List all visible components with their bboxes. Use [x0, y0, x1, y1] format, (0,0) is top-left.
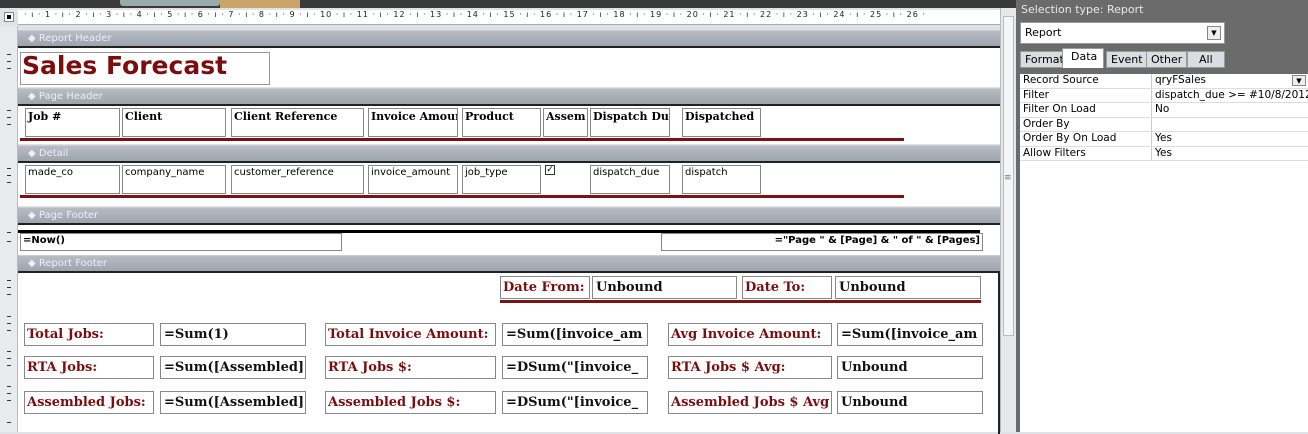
detail-section[interactable]: made_co company_name customer_reference … — [18, 161, 1000, 206]
property-row-record-source[interactable]: Record Source qryFSales ▼ — [1020, 74, 1308, 89]
vertical-scrollbar[interactable]: ≡ — [1000, 8, 1016, 432]
property-value[interactable]: qryFSales — [1155, 74, 1206, 86]
column-label-invoice-amount[interactable]: Invoice Amount — [368, 108, 458, 137]
page-number-field[interactable]: ="Page " & [Page] & " of " & [Pages] — [661, 233, 983, 251]
field-customer-reference[interactable]: customer_reference — [231, 165, 364, 194]
horizontal-ruler: · ı · 1 · ı · 2 · ı · 3 · ı · 4 · ı · 5 … — [18, 10, 1000, 25]
vertical-ruler — [0, 26, 18, 432]
grip-icon: ≡ — [1004, 173, 1012, 183]
property-value[interactable]: Yes — [1152, 132, 1308, 146]
property-name: Order By On Load — [1020, 132, 1152, 146]
section-bar-detail[interactable]: ◆ Detail — [18, 145, 1000, 161]
property-row-allow-filters[interactable]: Allow Filters Yes — [1020, 146, 1308, 161]
field-dispatch-due[interactable]: dispatch_due — [590, 165, 670, 194]
property-value[interactable]: dispatch_due >= #10/8/2012# A — [1152, 89, 1308, 103]
date-to-field[interactable]: Unbound — [835, 276, 981, 299]
document-tab[interactable] — [120, 0, 220, 6]
property-row-filter[interactable]: Filterdispatch_due >= #10/8/2012# A — [1020, 88, 1308, 103]
property-value[interactable] — [1152, 118, 1308, 132]
property-row-filter-on-load[interactable]: Filter On Load No — [1020, 103, 1308, 118]
column-label-assembled[interactable]: Assem — [543, 108, 588, 137]
tab-all[interactable]: All — [1187, 51, 1225, 68]
assembled-jobs-avg-field[interactable]: Unbound — [837, 391, 983, 414]
section-bar-report-header[interactable]: ◆ Report Header — [18, 30, 1000, 46]
document-tabs-strip — [0, 0, 1016, 8]
avg-invoice-amount-field[interactable]: =Sum([invoice_am — [837, 323, 983, 346]
chevron-down-icon[interactable]: ▼ — [1207, 26, 1221, 40]
property-value[interactable]: No — [1152, 103, 1308, 117]
section-label: Page Footer — [38, 210, 99, 221]
assembled-jobs-amount-label[interactable]: Assembled Jobs $: — [325, 391, 496, 414]
assembled-jobs-avg-label[interactable]: Assembled Jobs $ Avg — [668, 391, 832, 414]
section-bar-page-header[interactable]: ◆ Page Header — [18, 88, 1000, 104]
column-label-dispatched[interactable]: Dispatched — [682, 108, 761, 137]
column-label-client[interactable]: Client — [122, 108, 226, 137]
assembled-jobs-field[interactable]: =Sum([Assembled] — [160, 391, 306, 414]
property-name: Record Source — [1020, 74, 1152, 88]
tab-data[interactable]: Data — [1062, 48, 1104, 68]
property-grid-background — [1020, 160, 1308, 432]
object-selector-value: Report — [1025, 26, 1062, 39]
total-invoice-amount-field[interactable]: =Sum([invoice_am — [502, 323, 648, 346]
section-bar-page-footer[interactable]: ◆ Page Footer — [18, 207, 1000, 223]
date-from-label[interactable]: Date From: — [500, 276, 590, 299]
header-underline — [20, 138, 904, 141]
rta-jobs-field[interactable]: =Sum([Assembled] — [160, 356, 306, 379]
property-sheet: Selection type: Report Report ▼ Format D… — [1016, 0, 1308, 432]
property-row-order-by[interactable]: Order By — [1020, 117, 1308, 132]
field-job-type[interactable]: job_type — [462, 165, 541, 194]
detail-underline — [20, 195, 904, 198]
rta-jobs-avg-label[interactable]: RTA Jobs $ Avg: — [668, 356, 832, 379]
field-company-name[interactable]: company_name — [122, 165, 226, 194]
page-header-section[interactable]: Job # Client Client Reference Invoice Am… — [18, 104, 1000, 144]
column-label-client-reference[interactable]: Client Reference — [231, 108, 364, 137]
column-label-product[interactable]: Product — [462, 108, 541, 137]
report-selector[interactable] — [4, 12, 14, 22]
field-invoice-amount[interactable]: invoice_amount — [368, 165, 458, 194]
total-invoice-amount-label[interactable]: Total Invoice Amount: — [325, 323, 496, 346]
total-jobs-field[interactable]: =Sum(1) — [160, 323, 306, 346]
section-label: Report Footer — [38, 258, 108, 269]
document-tab-active[interactable] — [220, 0, 300, 8]
avg-invoice-amount-label[interactable]: Avg Invoice Amount: — [668, 323, 832, 346]
report-footer-section[interactable]: Date From: Unbound Date To: Unbound Tota… — [18, 271, 1000, 434]
assembled-jobs-amount-field[interactable]: =DSum("[invoice_ — [502, 391, 648, 414]
rta-jobs-amount-field[interactable]: =DSum("[invoice_ — [502, 356, 648, 379]
section-bar-report-footer[interactable]: ◆ Report Footer — [18, 255, 1000, 271]
assembled-jobs-label[interactable]: Assembled Jobs: — [24, 391, 154, 414]
report-header-section[interactable]: Sales Forecast — [18, 46, 1000, 87]
property-name: Allow Filters — [1020, 146, 1152, 160]
tab-event[interactable]: Event — [1106, 51, 1148, 68]
field-made-co[interactable]: made_co — [25, 165, 120, 194]
property-name: Order By — [1020, 117, 1152, 131]
property-value[interactable]: Yes — [1152, 147, 1308, 161]
selection-type: Selection type: Report — [1021, 3, 1144, 16]
page-footer-section[interactable]: =Now() ="Page " & [Page] & " of " & [Pag… — [18, 223, 1000, 255]
rta-jobs-avg-field[interactable]: Unbound — [837, 356, 983, 379]
field-dispatch[interactable]: dispatch — [682, 165, 761, 194]
property-row-order-by-on-load[interactable]: Order By On Load Yes — [1020, 132, 1308, 147]
property-grid: Record Source qryFSales ▼ Filter dispatch_d… — [1020, 74, 1308, 161]
property-name: Filter On Load — [1020, 103, 1152, 117]
section-label: Report Header — [38, 33, 112, 44]
section-label: Detail — [38, 148, 69, 159]
section-label: Page Header — [38, 91, 103, 102]
date-to-label[interactable]: Date To: — [742, 276, 832, 299]
property-name: Filter — [1020, 88, 1152, 102]
column-label-dispatch-due[interactable]: Dispatch Due — [590, 108, 670, 137]
date-underline — [500, 300, 981, 303]
assembled-checkbox[interactable]: ✓ — [545, 165, 555, 175]
total-jobs-label[interactable]: Total Jobs: — [24, 323, 154, 346]
rta-jobs-label[interactable]: RTA Jobs: — [24, 356, 154, 379]
date-from-field[interactable]: Unbound — [592, 276, 737, 299]
report-title[interactable]: Sales Forecast — [20, 52, 270, 85]
tab-other[interactable]: Other — [1146, 51, 1188, 68]
now-field[interactable]: =Now() — [20, 233, 342, 251]
object-selector[interactable]: Report ▼ — [1020, 22, 1225, 44]
chevron-down-icon[interactable]: ▼ — [1292, 75, 1306, 86]
rta-jobs-amount-label[interactable]: RTA Jobs $: — [325, 356, 496, 379]
column-label-job[interactable]: Job # — [25, 108, 120, 137]
